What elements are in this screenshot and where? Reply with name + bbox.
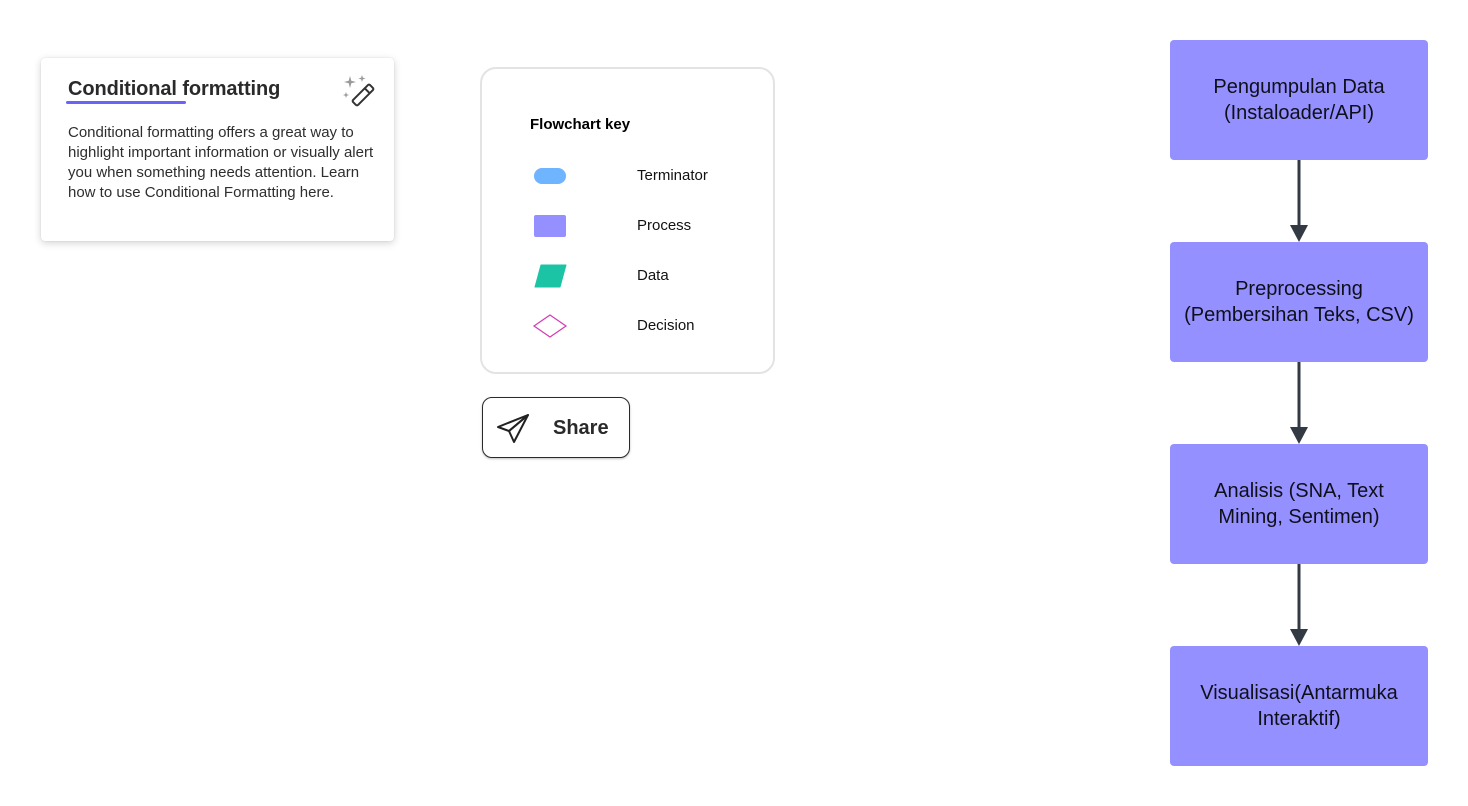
decision-shape-icon xyxy=(532,314,568,338)
card-title: Conditional formatting xyxy=(68,78,281,100)
title-underline xyxy=(66,101,186,104)
conditional-formatting-card[interactable]: Conditional formatting Conditional forma… xyxy=(41,58,394,241)
terminator-shape-icon xyxy=(534,168,566,184)
connector-1[interactable] xyxy=(1290,160,1308,242)
card-body: Conditional formatting offers a great wa… xyxy=(68,124,374,201)
process-node-data-collection[interactable]: Pengumpulan Data (Instaloader/API) xyxy=(1170,40,1428,160)
magic-wand-icon xyxy=(343,75,375,107)
connector-3[interactable] xyxy=(1290,564,1308,646)
key-label: Data xyxy=(637,267,669,284)
key-item-process: Process xyxy=(532,213,752,239)
key-item-data: Data xyxy=(532,263,752,289)
process-node-preprocessing[interactable]: Preprocessing (Pembersihan Teks, CSV) xyxy=(1170,242,1428,362)
whiteboard-canvas[interactable]: Conditional formatting Conditional forma… xyxy=(0,0,1468,806)
process-node-analysis[interactable]: Analisis (SNA, Text Mining, Sentimen) xyxy=(1170,444,1428,564)
key-item-terminator: Terminator xyxy=(532,163,752,189)
paper-plane-icon xyxy=(497,414,529,443)
key-label: Terminator xyxy=(637,167,708,184)
share-label: Share xyxy=(553,417,609,439)
flowchart-key-title: Flowchart key xyxy=(530,116,631,133)
key-item-decision: Decision xyxy=(532,313,752,339)
key-label: Process xyxy=(637,217,692,234)
data-shape-icon xyxy=(534,264,567,288)
share-button[interactable]: Share xyxy=(482,397,630,458)
key-label: Decision xyxy=(637,317,695,334)
flowchart-key[interactable]: Flowchart key Terminator Process Data De… xyxy=(480,67,775,374)
process-node-visualization[interactable]: Visualisasi(Antarmuka Interaktif) xyxy=(1170,646,1428,766)
process-shape-icon xyxy=(534,215,566,237)
connector-2[interactable] xyxy=(1290,362,1308,444)
